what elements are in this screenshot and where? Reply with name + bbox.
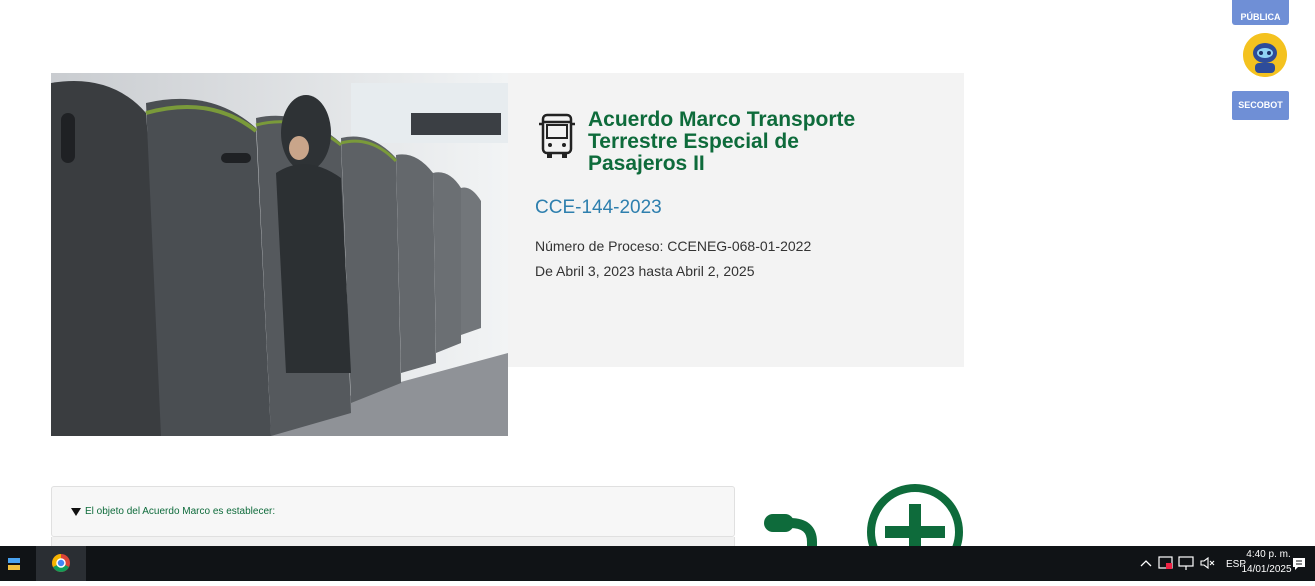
taskbar: ESP 4:40 p. m. 14/01/2025 [0, 546, 1315, 581]
add-circle-icon [867, 484, 963, 546]
title-line: Acuerdo Marco Transporte [588, 108, 856, 131]
connector-icon [764, 514, 817, 546]
notification-icon[interactable] [1291, 556, 1307, 577]
bus-icon [538, 112, 576, 160]
caret-down-icon[interactable] [71, 508, 81, 516]
agreement-code: CCE-144-2023 [535, 197, 662, 218]
clock-date[interactable]: 14/01/2025 [1239, 564, 1294, 575]
title-line: Pasajeros II [588, 152, 705, 175]
robot-icon[interactable] [1243, 33, 1287, 77]
volume-icon[interactable] [1199, 555, 1215, 576]
publica-button[interactable]: PÚBLICA [1232, 0, 1289, 25]
accordion-title[interactable]: El objeto del Acuerdo Marco es establece… [85, 506, 275, 517]
clock-time[interactable]: 4:40 p. m. [1246, 549, 1291, 560]
start-icon[interactable] [8, 557, 20, 570]
network-icon[interactable] [1178, 555, 1194, 576]
section-icons [760, 482, 980, 546]
security-icon[interactable] [1158, 555, 1174, 576]
validity-dates: De Abril 3, 2023 hasta Abril 2, 2025 [535, 263, 755, 279]
hero-image [51, 73, 508, 436]
process-number: Número de Proceso: CCENEG-068-01-2022 [535, 238, 812, 254]
chevron-up-icon[interactable] [1140, 557, 1152, 575]
chrome-icon[interactable] [36, 546, 86, 581]
title-line: Terrestre Especial de [588, 130, 799, 153]
page-title: Acuerdo Marco Transporte Terrestre Espec… [588, 109, 888, 175]
secobot-button[interactable]: SECOBOT [1232, 91, 1289, 120]
